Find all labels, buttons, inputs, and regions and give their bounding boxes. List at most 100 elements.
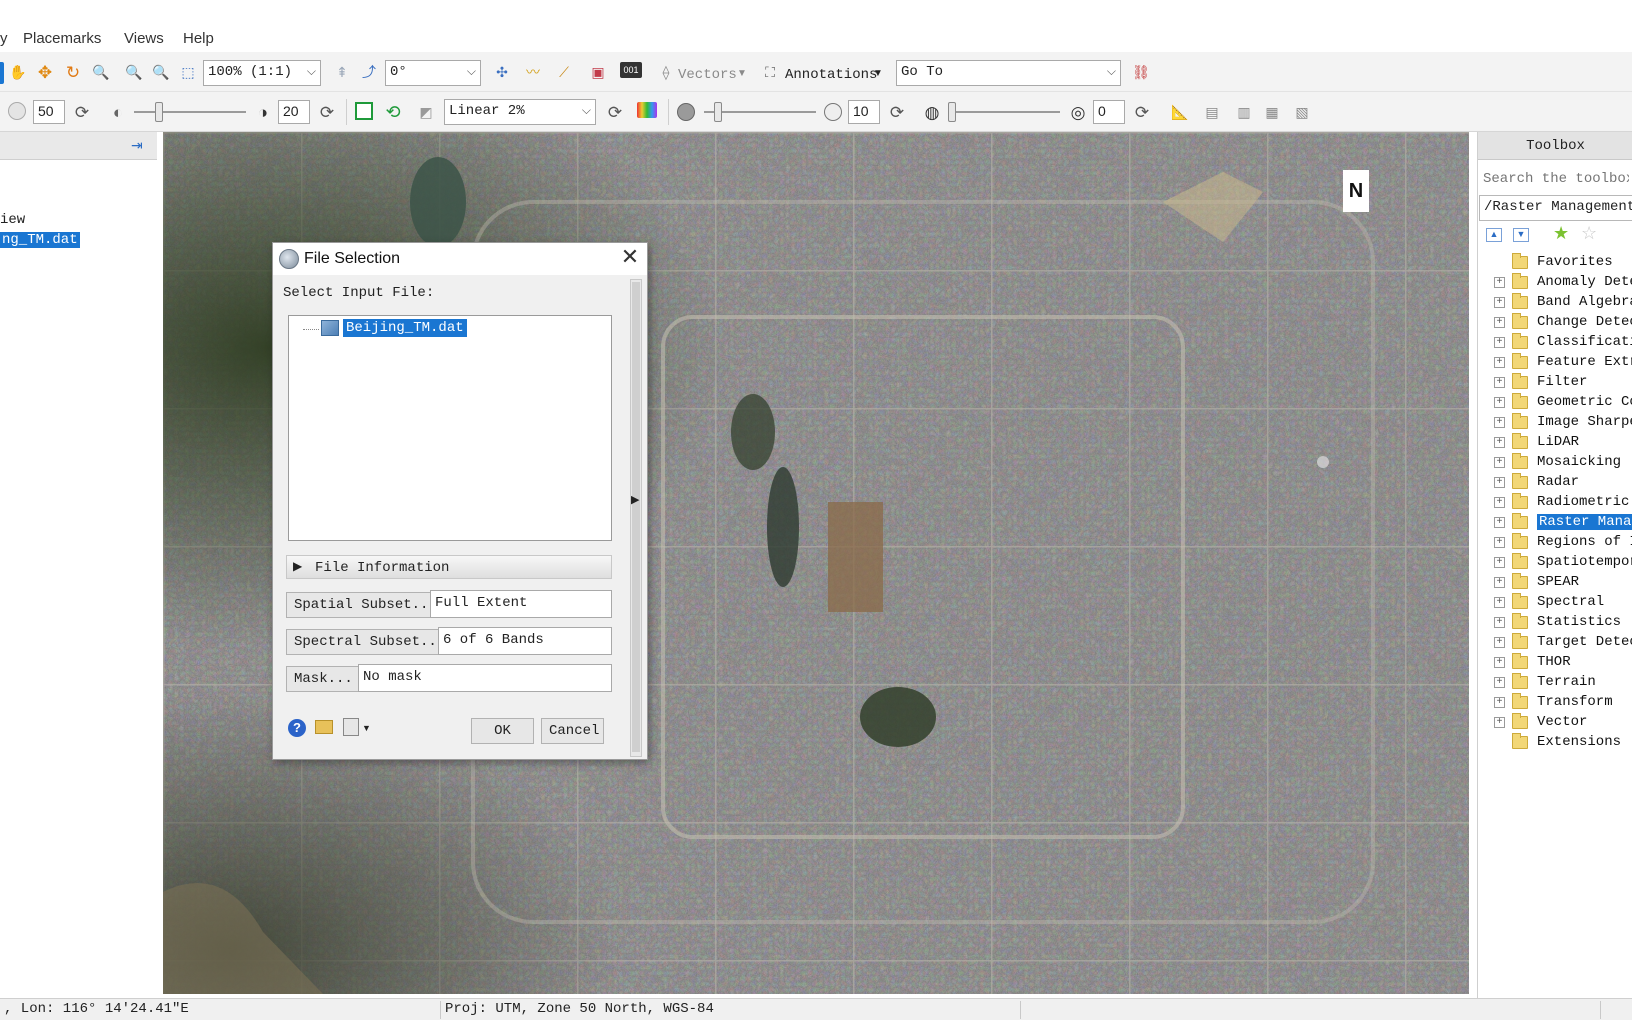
toolbox-item[interactable]: + LiDAR [1478,432,1632,452]
ok-button[interactable]: OK [471,718,534,744]
transparency-input[interactable]: 0 [1093,100,1125,124]
pan-hand-icon[interactable]: ✋ [8,62,28,82]
expand-plus-icon[interactable]: + [1494,636,1505,648]
fly-zoom-icon[interactable]: 🔍 [91,62,111,82]
ruler-icon[interactable]: 📐 [1170,102,1190,122]
rotate-icon[interactable]: ↻ [63,62,83,82]
zoom-extent-icon[interactable]: ⬚ [178,62,198,82]
rotation-combo[interactable]: 0° ⌵ [385,60,481,86]
roi-icon[interactable]: ▣ [588,62,608,82]
expand-plus-icon[interactable]: + [1494,436,1505,448]
close-icon[interactable]: ✕ [619,246,641,268]
spectral-subset-button[interactable]: Spectral Subset... [286,629,454,655]
rotate-arrow-icon[interactable]: ⤴ [359,62,379,82]
link-views-icon[interactable]: ⛓ [1131,62,1151,82]
expand-plus-icon[interactable]: + [1494,496,1505,508]
toolbox-item[interactable]: + Spatiotemporal Analysis [1478,552,1632,572]
annotations-dropdown[interactable]: Annotations [785,67,877,83]
expand-plus-icon[interactable]: + [1494,596,1505,608]
menu-item-views[interactable]: Views [124,30,164,47]
full-extent-icon[interactable] [355,102,373,120]
toolbox-item[interactable]: + Transform [1478,692,1632,712]
stretch-combo[interactable]: Linear 2% ⌵ [444,99,596,125]
expand-plus-icon[interactable]: + [1494,416,1505,428]
pin-panel-icon[interactable]: ⇥ [131,137,143,154]
toolbox-search-input[interactable] [1479,167,1632,191]
toolbox-item[interactable]: Extensions [1478,732,1632,752]
spectral-profile-icon[interactable]: 〰 [523,62,543,82]
menu-item-y[interactable]: y [0,30,8,47]
view-flicker-icon[interactable]: ▦ [1262,102,1282,122]
layer-item-view[interactable]: iew [0,212,25,228]
reset-stretch-icon[interactable]: ⟳ [605,102,625,122]
toolbox-item[interactable]: + Vector [1478,712,1632,732]
view-blend-icon[interactable]: ▥ [1234,102,1254,122]
toolbox-item[interactable]: + Spectral [1478,592,1632,612]
toolbox-item[interactable]: + THOR [1478,652,1632,672]
toolbox-item[interactable]: + Filter [1478,372,1632,392]
mask-button[interactable]: Mask... [286,666,361,692]
menu-item-help[interactable]: Help [183,30,214,47]
select-tool-icon[interactable] [0,62,4,84]
portal-icon[interactable]: ▤ [1202,102,1222,122]
expand-plus-icon[interactable]: + [1494,276,1505,288]
file-item-beijing[interactable]: Beijing_TM.dat [342,318,468,338]
expand-plus-icon[interactable]: + [1494,296,1505,308]
file-list[interactable]: Beijing_TM.dat [288,315,612,541]
zoom-in-icon[interactable]: 🔍 [124,62,144,82]
add-favorite-icon[interactable]: ★ [1553,223,1569,244]
refresh-view-icon[interactable]: ⟲ [383,102,403,122]
toolbox-item[interactable]: + Radar [1478,472,1632,492]
expand-plus-icon[interactable]: + [1494,376,1505,388]
sharpen-slider[interactable] [704,102,816,122]
toolbox-item[interactable]: Favorites [1478,252,1632,272]
scrollbar-thumb[interactable] [632,282,640,752]
vectors-arrow-icon[interactable]: ▼ [737,68,747,79]
collapse-all-icon[interactable]: ▲ [1486,228,1502,242]
dialog-scrollbar[interactable] [630,279,642,757]
stretch-icon[interactable]: ◩ [416,102,436,122]
open-folder-icon[interactable] [315,720,333,734]
expand-plus-icon[interactable]: + [1494,676,1505,688]
toolbox-item[interactable]: + Classification [1478,332,1632,352]
contrast-slider-handle[interactable] [155,102,163,122]
toolbox-item[interactable]: + Anomaly Detection [1478,272,1632,292]
toolbox-item[interactable]: + Target Detection [1478,632,1632,652]
layer-item-file[interactable]: ng_TM.dat [0,232,80,248]
expand-plus-icon[interactable]: + [1494,316,1505,328]
reset-contrast-icon[interactable]: ⟳ [317,102,337,122]
rotate-north-icon[interactable]: ⇞ [332,62,352,82]
zoom-out-icon[interactable]: 🔍 [151,62,171,82]
annotations-icon[interactable]: ⛶ [760,62,780,82]
expand-plus-icon[interactable]: + [1494,476,1505,488]
expand-plus-icon[interactable]: + [1494,696,1505,708]
toolbox-item[interactable]: + SPEAR [1478,572,1632,592]
toolbox-item[interactable]: + Mosaicking [1478,452,1632,472]
expand-plus-icon[interactable]: + [1494,336,1505,348]
crosshair-icon[interactable]: ✣ [492,62,512,82]
expand-plus-icon[interactable]: + [1494,536,1505,548]
expand-plus-icon[interactable]: + [1494,356,1505,368]
help-icon[interactable]: ? [288,719,306,737]
annotations-arrow-icon[interactable]: ▼ [873,68,883,79]
expand-all-icon[interactable]: ▼ [1513,228,1529,242]
sharpen-slider-handle[interactable] [714,102,722,122]
file-options-icon[interactable] [343,718,359,736]
sharpen-input[interactable]: 10 [848,100,880,124]
expand-plus-icon[interactable]: + [1494,656,1505,668]
remove-favorite-icon[interactable]: ☆ [1581,223,1597,244]
toolbox-item[interactable]: + Raster Management [1478,512,1632,532]
vectors-dropdown[interactable]: Vectors [678,67,737,83]
expand-plus-icon[interactable]: + [1494,556,1505,568]
view-swipe-icon[interactable]: ▧ [1292,102,1312,122]
contrast-input[interactable]: 20 [278,100,310,124]
toolbox-item[interactable]: + Image Sharpening [1478,412,1632,432]
reset-sharpen-icon[interactable]: ⟳ [887,102,907,122]
toolbox-item[interactable]: + Band Algebra [1478,292,1632,312]
goto-combo[interactable]: Go To ⌵ [896,60,1121,86]
reset-brightness-icon[interactable]: ⟳ [72,102,92,122]
expand-plus-icon[interactable]: + [1494,616,1505,628]
vectors-icon[interactable]: ⟠ [656,62,676,82]
measure-icon[interactable]: ⟋ [554,62,574,82]
toolbox-item[interactable]: + Radiometric Correction [1478,492,1632,512]
